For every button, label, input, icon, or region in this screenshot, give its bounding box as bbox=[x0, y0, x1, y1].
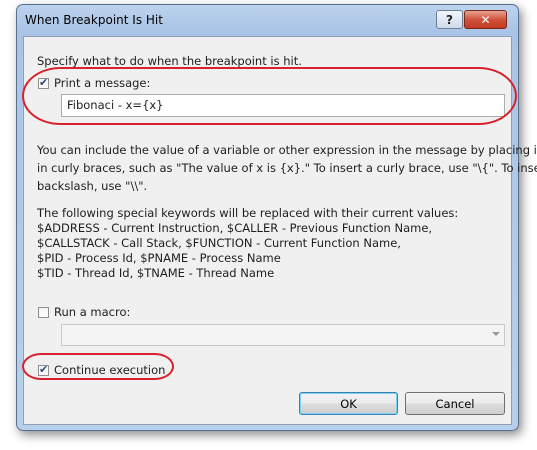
chevron-down-icon[interactable] bbox=[492, 332, 500, 336]
keywords-intro: The following special keywords will be r… bbox=[37, 206, 459, 220]
dialog-window: When Breakpoint Is Hit ? ✕ Specify what … bbox=[16, 4, 537, 431]
message-input-value: Fibonaci - x={x} bbox=[67, 98, 164, 112]
ok-button-label: OK bbox=[340, 396, 357, 411]
print-message-checkbox[interactable]: ✔ bbox=[38, 76, 49, 89]
run-macro-label[interactable]: Run a macro: bbox=[54, 305, 130, 320]
continue-execution-checkbox[interactable]: ✔ bbox=[38, 363, 49, 376]
run-macro-checkbox[interactable] bbox=[38, 307, 49, 318]
dialog-body: Specify what to do when the breakpoint i… bbox=[23, 36, 537, 425]
title-bar[interactable]: When Breakpoint Is Hit ? ✕ bbox=[17, 5, 518, 35]
cancel-button-label: Cancel bbox=[435, 396, 475, 411]
window-title: When Breakpoint Is Hit bbox=[25, 13, 163, 27]
keywords-line-4: $TID - Thread Id, $TNAME - Thread Name bbox=[37, 266, 275, 280]
help-text-line-2: in curly braces, such as "The value of x… bbox=[37, 161, 537, 175]
help-text-line-1: You can include the value of a variable … bbox=[37, 143, 537, 157]
checkmark-icon: ✔ bbox=[39, 76, 49, 89]
message-input[interactable]: Fibonaci - x={x} bbox=[61, 94, 505, 117]
keywords-line-3: $PID - Process Id, $PNAME - Process Name bbox=[37, 251, 281, 265]
help-icon: ? bbox=[446, 12, 453, 27]
cancel-button[interactable]: Cancel bbox=[405, 392, 505, 415]
close-button[interactable]: ✕ bbox=[464, 10, 507, 29]
help-text-line-3: backslash, use "\\". bbox=[37, 179, 148, 193]
close-icon: ✕ bbox=[480, 12, 491, 27]
keywords-line-1: $ADDRESS - Current Instruction, $CALLER … bbox=[37, 221, 433, 235]
ok-button[interactable]: OK bbox=[299, 392, 398, 415]
macro-combobox[interactable] bbox=[61, 324, 505, 346]
instruction-text: Specify what to do when the breakpoint i… bbox=[37, 54, 302, 68]
continue-execution-label[interactable]: Continue execution bbox=[54, 363, 165, 378]
print-message-label[interactable]: Print a message: bbox=[54, 76, 150, 91]
checkmark-icon: ✔ bbox=[39, 363, 49, 376]
help-button[interactable]: ? bbox=[436, 10, 463, 29]
keywords-line-2: $CALLSTACK - Call Stack, $FUNCTION - Cur… bbox=[37, 236, 401, 250]
